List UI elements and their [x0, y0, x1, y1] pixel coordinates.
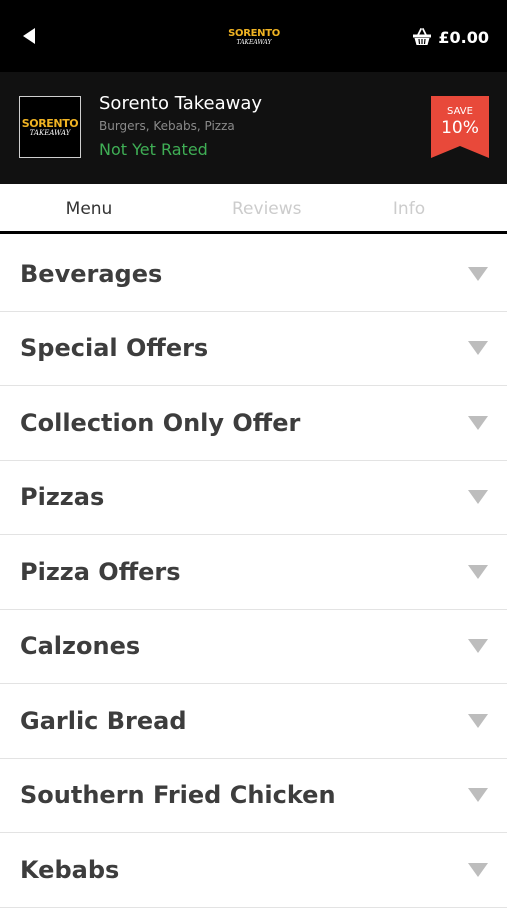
restaurant-cuisines: Burgers, Kebabs, Pizza	[99, 119, 235, 133]
category-row-special-offers[interactable]: Special Offers	[0, 312, 507, 386]
category-label: Pizzas	[20, 483, 105, 512]
save-percent: 10%	[441, 118, 479, 138]
category-row-pizzas[interactable]: Pizzas	[0, 461, 507, 535]
tab-reviews[interactable]: Reviews	[232, 184, 302, 231]
chevron-down-icon	[467, 489, 489, 505]
category-label: Special Offers	[20, 334, 209, 363]
basket-button[interactable]: £0.00	[412, 24, 489, 50]
category-label: Southern Fried Chicken	[20, 781, 336, 810]
category-label: Collection Only Offer	[20, 408, 301, 437]
chevron-down-icon	[467, 564, 489, 580]
restaurant-logo: SORENTO TAKEAWAY	[19, 96, 81, 158]
chevron-down-icon	[467, 787, 489, 803]
category-label: Beverages	[20, 259, 163, 288]
chevron-down-icon	[467, 266, 489, 282]
restaurant-rating: Not Yet Rated	[99, 140, 208, 159]
category-row-garlic-bread[interactable]: Garlic Bread	[0, 684, 507, 759]
menu-category-list: Beverages Special Offers Collection Only…	[0, 237, 507, 908]
category-row-southern-fried-chicken[interactable]: Southern Fried Chicken	[0, 759, 507, 833]
chevron-down-icon	[467, 638, 489, 654]
basket-total: £0.00	[438, 27, 489, 47]
back-arrow-icon	[23, 28, 35, 44]
top-logo-subtext: TAKEAWAY	[236, 38, 272, 46]
tab-info[interactable]: Info	[302, 184, 507, 231]
restaurant-name: Sorento Takeaway	[99, 93, 263, 114]
restaurant-logo-subtext: TAKEAWAY	[29, 128, 71, 137]
category-row-calzones[interactable]: Calzones	[0, 610, 507, 684]
basket-icon	[413, 28, 432, 45]
chevron-down-icon	[467, 415, 489, 431]
top-app-bar: SORENTO TAKEAWAY £0.00	[0, 0, 507, 72]
chevron-down-icon	[467, 340, 489, 356]
category-label: Garlic Bread	[20, 706, 187, 735]
category-row-collection-only-offer[interactable]: Collection Only Offer	[0, 386, 507, 461]
category-row-beverages[interactable]: Beverages	[0, 237, 507, 312]
category-row-kebabs[interactable]: Kebabs	[0, 833, 507, 908]
back-button[interactable]	[14, 22, 44, 50]
save-badge: SAVE 10%	[431, 96, 489, 158]
tab-bar: Menu Reviews Info	[0, 184, 507, 234]
top-logo-text: SORENTO	[228, 27, 280, 39]
category-label: Calzones	[20, 632, 141, 661]
top-logo[interactable]: SORENTO TAKEAWAY	[228, 26, 280, 48]
chevron-down-icon	[467, 862, 489, 878]
category-label: Pizza Offers	[20, 557, 181, 586]
tab-menu[interactable]: Menu	[0, 184, 232, 231]
chevron-down-icon	[467, 713, 489, 729]
save-label: SAVE	[447, 106, 473, 117]
category-row-pizza-offers[interactable]: Pizza Offers	[0, 535, 507, 610]
restaurant-logo-text: SORENTO	[21, 116, 79, 130]
category-label: Kebabs	[20, 855, 120, 884]
